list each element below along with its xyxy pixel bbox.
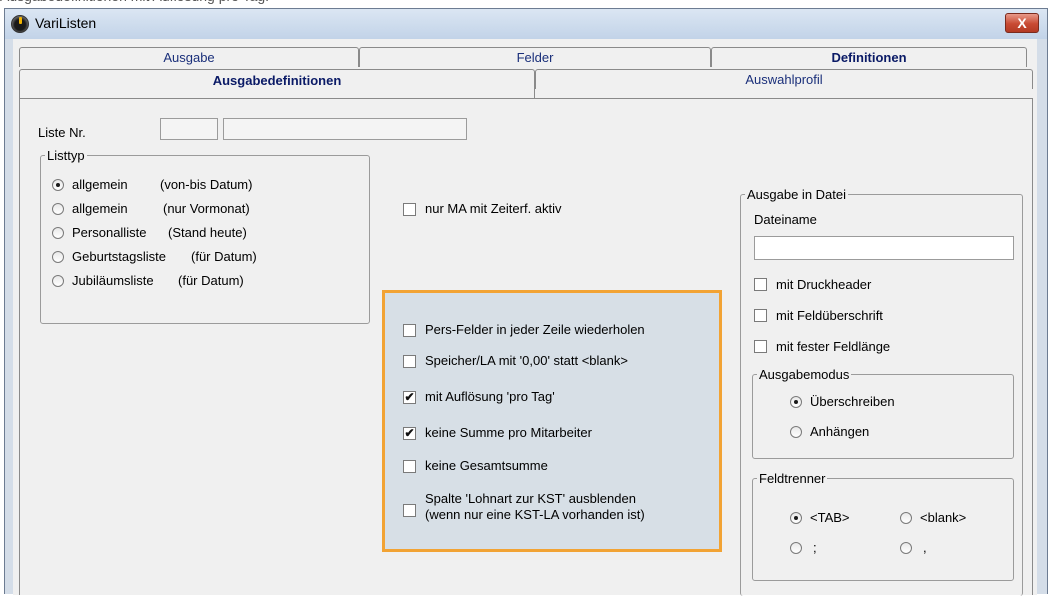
listtyp-option-detail: (für Datum): [191, 249, 257, 264]
dateiname-label: Dateiname: [754, 212, 817, 227]
feldtrenner-blank-label: <blank>: [920, 510, 967, 525]
aufloesung-pro-tag-label: mit Auflösung 'pro Tag': [425, 389, 555, 404]
clipped-caption-text: Ausgabedefinitionen mit Auflösung pro Ta…: [0, 0, 1054, 8]
listtyp-option-detail: (Stand heute): [168, 225, 247, 240]
checkbox-pers-felder[interactable]: [403, 324, 416, 337]
checkbox-keine-summe-mitarbeiter[interactable]: [403, 427, 416, 440]
feldtrenner-tab-label: <TAB>: [810, 510, 850, 525]
liste-nr-label: Liste Nr.: [38, 125, 86, 140]
mit-druckheader-label: mit Druckheader: [776, 277, 872, 292]
listtyp-option-label: Jubiläumsliste: [72, 273, 154, 288]
feldtrenner-comma-label: ,: [923, 540, 927, 555]
tab-ausgabe[interactable]: Ausgabe: [19, 47, 359, 67]
listtyp-option-detail: (nur Vormonat): [163, 201, 250, 216]
highlighted-options-box: Pers-Felder in jeder Zeile wiederholen S…: [382, 290, 722, 552]
pers-felder-label: Pers-Felder in jeder Zeile wiederholen: [425, 322, 645, 337]
liste-nr-name-field[interactable]: [223, 118, 467, 140]
spalte-lohnart-label: Spalte 'Lohnart zur KST' ausblenden: [425, 491, 636, 506]
radio-feldtrenner-comma[interactable]: [900, 542, 912, 554]
listtyp-option-label: Geburtstagsliste: [72, 249, 166, 264]
radio-allgemein-vormonat[interactable]: [52, 203, 64, 215]
nur-ma-checkbox[interactable]: [403, 203, 416, 216]
checkbox-mit-druckheader[interactable]: [754, 278, 767, 291]
varilisten-window: VariListen X Ausgabe Felder Definitionen…: [4, 8, 1048, 596]
main-tab-row: Ausgabe Felder Definitionen: [19, 47, 1027, 67]
checkbox-keine-gesamtsumme[interactable]: [403, 460, 416, 473]
speicher-la-label: Speicher/LA mit '0,00' statt <blank>: [425, 353, 628, 368]
tab-auswahlprofil[interactable]: Auswahlprofil: [535, 69, 1033, 89]
liste-nr-short-field[interactable]: [160, 118, 218, 140]
window-title: VariListen: [35, 15, 97, 31]
mit-feldueberschrift-label: mit Feldüberschrift: [776, 308, 883, 323]
keine-gesamtsumme-label: keine Gesamtsumme: [425, 458, 548, 473]
listtyp-option-label: Personalliste: [72, 225, 147, 240]
radio-feldtrenner-semicolon[interactable]: [790, 542, 802, 554]
close-button[interactable]: X: [1005, 13, 1039, 33]
radio-allgemein-von-bis[interactable]: [52, 179, 64, 191]
tab-felder[interactable]: Felder: [359, 47, 711, 67]
checkbox-mit-fester-feldlaenge[interactable]: [754, 340, 767, 353]
radio-feldtrenner-blank[interactable]: [900, 512, 912, 524]
tab-definitionen[interactable]: Definitionen: [711, 47, 1027, 67]
radio-jubilaeumsliste[interactable]: [52, 275, 64, 287]
checkbox-mit-feldueberschrift[interactable]: [754, 309, 767, 322]
checkbox-aufloesung-pro-tag[interactable]: [403, 391, 416, 404]
listtyp-option-label: allgemein: [72, 201, 128, 216]
feldtrenner-group: Feldtrenner: [752, 471, 1014, 581]
radio-geburtstagsliste[interactable]: [52, 251, 64, 263]
sub-tab-row: Ausgabedefinitionen Auswahlprofil: [19, 69, 1033, 98]
radio-ueberschreiben[interactable]: [790, 396, 802, 408]
ausgabemodus-group: Ausgabemodus: [752, 367, 1014, 459]
feldtrenner-semicolon-label: ;: [813, 540, 817, 555]
app-icon: [11, 15, 29, 33]
checkbox-spalte-lohnart[interactable]: [403, 504, 416, 517]
radio-personalliste[interactable]: [52, 227, 64, 239]
keine-summe-mitarbeiter-label: keine Summe pro Mitarbeiter: [425, 425, 592, 440]
spalte-lohnart-label-line2: (wenn nur eine KST-LA vorhanden ist): [425, 507, 645, 522]
listtyp-option-detail: (für Datum): [178, 273, 244, 288]
mit-fester-feldlaenge-label: mit fester Feldlänge: [776, 339, 891, 354]
radio-anhaengen[interactable]: [790, 426, 802, 438]
feldtrenner-legend: Feldtrenner: [759, 471, 826, 486]
anhaengen-label: Anhängen: [810, 424, 870, 439]
dateiname-input[interactable]: [754, 236, 1014, 260]
listtyp-option-detail: (von-bis Datum): [160, 177, 253, 192]
tab-ausgabedefinitionen[interactable]: Ausgabedefinitionen: [19, 69, 535, 98]
ausgabe-in-datei-legend: Ausgabe in Datei: [747, 187, 847, 202]
nur-ma-label: nur MA mit Zeiterf. aktiv: [425, 201, 562, 216]
listtyp-option-label: allgemein: [72, 177, 128, 192]
radio-feldtrenner-tab[interactable]: [790, 512, 802, 524]
ausgabedefinitionen-panel: Liste Nr. Listtyp allgemein (von-bis Dat…: [19, 98, 1033, 596]
client-area: Ausgabe Felder Definitionen Ausgabedefin…: [13, 39, 1037, 596]
title-bar[interactable]: VariListen X: [5, 9, 1047, 39]
checkbox-speicher-la[interactable]: [403, 355, 416, 368]
ueberschreiben-label: Überschreiben: [810, 394, 895, 409]
listtyp-legend: Listtyp: [47, 148, 85, 163]
ausgabemodus-legend: Ausgabemodus: [759, 367, 850, 382]
